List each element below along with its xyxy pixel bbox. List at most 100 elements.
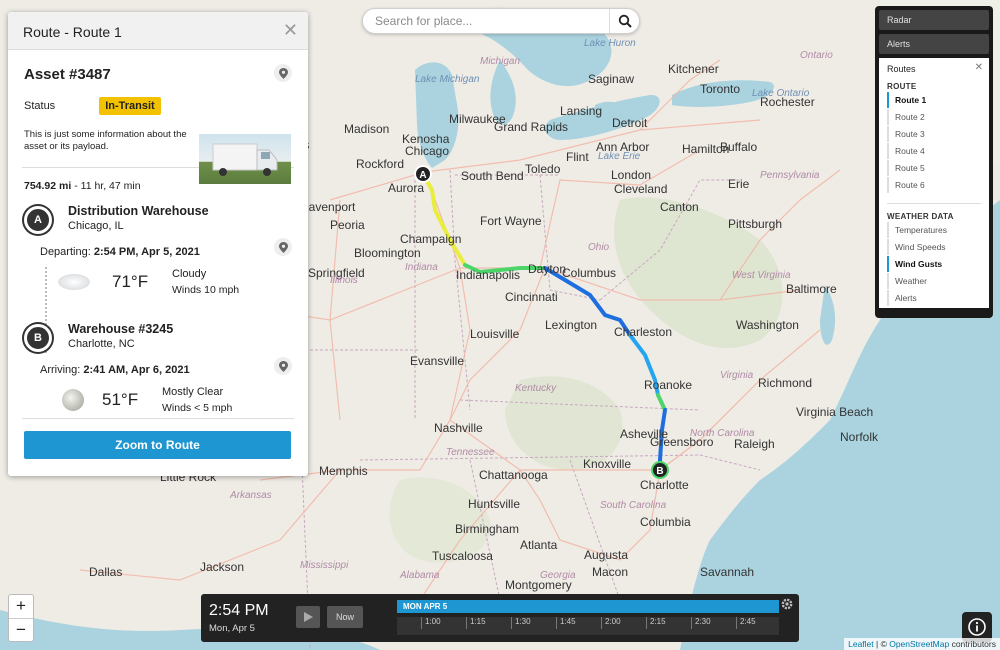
map-label: Chattanooga [479,468,548,482]
map-label: Lake Erie [598,151,641,162]
weather-option[interactable]: Weather [887,273,981,289]
destination-badge: B [24,324,52,352]
svg-text:B: B [656,466,663,477]
map-label: Asheville [620,427,669,441]
route-option[interactable]: Route 4 [887,143,981,159]
cloud-icon [58,274,90,290]
radar-button[interactable]: Radar [879,10,989,30]
route-distance: 754.92 mi [24,180,72,192]
route-option[interactable]: Route 2 [887,109,981,125]
map-label: Erie [728,177,750,191]
weather-option[interactable]: Alerts [887,290,981,306]
status-badge: In-Transit [99,97,161,115]
map-label: Ontario [800,50,833,61]
origin-wind: Winds 10 mph [172,284,239,296]
timeline-ticks: 1:00 1:15 1:30 1:45 2:00 2:15 2:30 2:45 [397,617,779,635]
map-label: Atlanta [520,538,558,552]
search-input[interactable] [375,14,605,28]
destination-condition: Mostly Clear [162,386,224,398]
map-attribution: Leaflet | © OpenStreetMap contributors [844,638,1000,650]
moon-icon [62,389,84,411]
arriving-time: 2:41 AM, Apr 6, 2021 [83,364,190,376]
weather-option[interactable]: Wind Gusts [887,256,981,272]
alerts-button[interactable]: Alerts [879,34,989,54]
map-pin-icon[interactable] [274,238,292,256]
route-end-marker[interactable]: B [651,461,669,479]
map-label: Saginaw [588,72,635,86]
timeline: 2:54 PM Mon, Apr 5 Now MON APR 5 1:00 1:1… [201,594,799,642]
gear-icon[interactable] [779,596,795,612]
attribution-separator: | © [873,639,890,649]
divider [22,418,294,419]
weather-option[interactable]: Temperatures [887,222,981,238]
map-label: Dallas [89,565,123,579]
map-label: Flint [566,150,589,164]
origin-name: Distribution Warehouse [68,204,209,218]
timeline-time: 2:54 PM [209,602,269,619]
play-button[interactable] [296,606,320,628]
search-button[interactable] [609,9,639,33]
search-bar [362,8,640,34]
close-icon[interactable]: ✕ [975,62,983,73]
map-pin-icon[interactable] [274,64,292,82]
map-label: Champaign [400,232,462,246]
map-label: Michigan [480,56,521,67]
route-start-marker[interactable]: A [414,165,432,183]
now-button[interactable]: Now [327,606,363,628]
map-label: Pennsylvania [760,170,820,181]
map-label: Columbia [640,515,691,529]
map-label: Macon [592,565,629,579]
truck-image [199,134,291,184]
origin-condition: Cloudy [172,268,207,280]
timeline-track[interactable]: MON APR 5 1:00 1:15 1:30 1:45 2:00 2:15 2:30 2:… [397,600,779,636]
close-icon[interactable]: ✕ [283,21,298,39]
route-option[interactable]: Route 6 [887,177,981,193]
map-label: Kenosha [402,132,450,146]
map-label: Bloomington [354,246,421,260]
map-label: Alabama [400,570,440,581]
zoom-to-route-button[interactable]: Zoom to Route [24,431,291,459]
weather-options: Temperatures Wind Speeds Wind Gusts Weather… [887,222,981,306]
map-label: Cleveland [614,182,668,196]
map-label: Indianapolis [456,268,521,282]
map-label: Cincinnati [505,290,558,304]
map-label: Virginia [720,370,754,381]
map-label: Kentucky [515,383,557,394]
status-row: Status In-Transit [24,97,292,115]
map-label: Fort Wayne [480,214,542,228]
destination-city: Charlotte, NC [68,338,135,350]
departing-time: 2:54 PM, Apr 5, 2021 [93,246,200,258]
attribution-suffix: contributors [949,639,996,649]
timeline-date: Mon, Apr 5 [209,623,255,634]
route-duration: - 11 hr, 47 min [74,180,141,192]
map-pin-icon[interactable] [274,357,292,375]
route-option[interactable]: Route 3 [887,126,981,142]
play-icon [303,612,313,622]
map-label: Detroit [612,116,648,130]
destination-wind-value: < 5 mph [194,402,233,414]
zoom-out-button[interactable]: − [9,618,33,641]
status-label: Status [24,100,56,112]
map-label: Washington [736,318,799,332]
map-label: Lansing [560,104,603,118]
origin-temp: 71°F [112,272,149,291]
osm-link[interactable]: OpenStreetMap [889,639,949,649]
map-label: Richmond [758,376,813,390]
map-label: Grand Rapids [494,120,569,134]
map-label: Ohio [588,242,610,253]
timeline-tick: 2:45 [736,617,756,629]
timeline-tick: 1:30 [511,617,531,629]
zoom-in-button[interactable]: + [9,595,33,618]
leaflet-link[interactable]: Leaflet [848,639,874,649]
timeline-tick: 1:15 [466,617,486,629]
map-label: Louisville [470,327,520,341]
destination-weather: 51°F Mostly Clear Winds < 5 mph [40,386,292,414]
route-option[interactable]: Route 5 [887,160,981,176]
divider [887,203,981,204]
map-label: Savannah [700,565,755,579]
route-option[interactable]: Route 1 [887,92,981,108]
routes-title: Routes [887,64,916,74]
weather-option[interactable]: Wind Speeds [887,239,981,255]
map-label: Aurora [388,181,425,195]
timeline-tick: 1:00 [421,617,441,629]
